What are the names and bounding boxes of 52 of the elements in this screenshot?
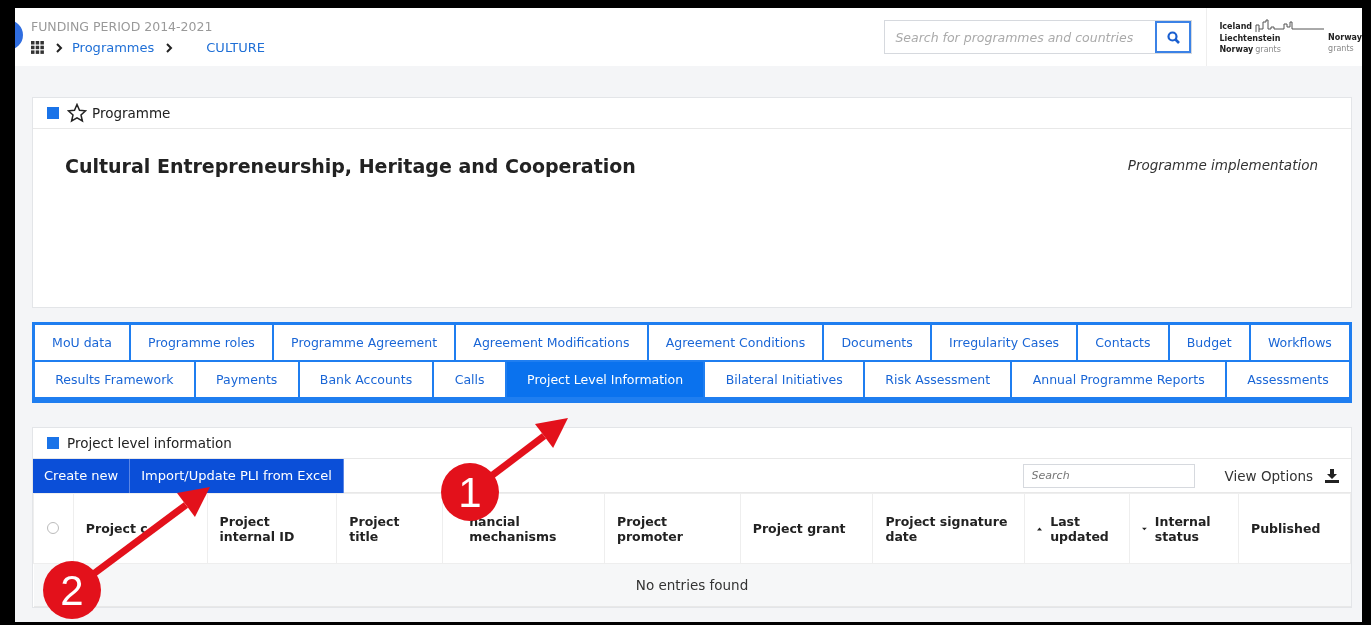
search-field[interactable]: Search [1022, 463, 1195, 488]
search-icon [1166, 30, 1180, 44]
logo-text: Norway [1219, 44, 1254, 55]
tab[interactable]: Programme roles [129, 324, 273, 361]
download-icon[interactable] [1325, 468, 1339, 483]
funding-period-label: FUNDING PERIOD 2014-2021 [31, 19, 214, 34]
annotation-number: 1 [458, 469, 482, 516]
chevron-right-icon [165, 42, 174, 53]
square-icon [47, 107, 59, 119]
logo-text: Iceland [1219, 20, 1253, 32]
tab[interactable]: Irregularity Cases [930, 324, 1078, 361]
logo-text: Liechtenstein [1219, 33, 1282, 44]
programme-status: Programme implementation [1127, 157, 1318, 173]
tab[interactable]: Bank Accounts [298, 361, 434, 398]
star-icon[interactable] [67, 103, 87, 123]
search-field[interactable]: Search for programmes and countries [884, 20, 1193, 54]
tab[interactable]: MoU data [34, 324, 130, 361]
tab[interactable]: Results Framework [34, 361, 195, 398]
square-icon [47, 437, 59, 449]
card-title: Project level information [67, 435, 232, 451]
tab[interactable]: Calls [433, 361, 506, 398]
logo-text: grants [1255, 44, 1281, 55]
tab[interactable]: Assessments [1225, 361, 1350, 398]
annotation-badge [43, 561, 101, 619]
programme-title: Cultural Entrepreneurship, Heritage and Cooperation [65, 155, 636, 177]
chevron-right-icon [55, 42, 63, 53]
tab[interactable]: Agreement Modifications [455, 324, 648, 361]
column-header[interactable]: Project grant [752, 521, 846, 536]
tab[interactable]: Workflows [1249, 324, 1350, 361]
tab[interactable]: Budget [1168, 324, 1250, 361]
tab[interactable]: Documents [823, 324, 931, 361]
logo-text: grants [1328, 42, 1355, 54]
tab[interactable]: Agreement Conditions [647, 324, 824, 361]
view-options-link[interactable]: View Options [1224, 467, 1313, 484]
tab[interactable]: Project Level Information [505, 361, 705, 398]
logo-skyline-drawing [1254, 19, 1325, 33]
tab[interactable]: Programme Agreement [272, 324, 456, 361]
tab[interactable]: Contacts [1077, 324, 1169, 361]
breadcrumb-link[interactable]: Programmes [72, 40, 155, 55]
breadcrumb-link[interactable]: CULTURE [206, 40, 266, 55]
card-title: Programme [92, 105, 171, 121]
tab[interactable]: Bilateral Initiatives [704, 361, 865, 398]
logo-text: Norway [1328, 31, 1362, 43]
action-button[interactable]: Import/Update PLI from Excel [130, 458, 344, 493]
search-button[interactable] [1155, 21, 1192, 53]
annotation-number: 2 [60, 567, 84, 614]
tab[interactable]: Annual Programme Reports [1011, 361, 1226, 398]
tab[interactable]: Risk Assessment [864, 361, 1012, 398]
action-button[interactable]: Create new [33, 458, 131, 493]
tab[interactable]: Payments [194, 361, 299, 398]
apps-grid-icon [31, 41, 44, 54]
column-header[interactable]: Published [1251, 521, 1321, 536]
